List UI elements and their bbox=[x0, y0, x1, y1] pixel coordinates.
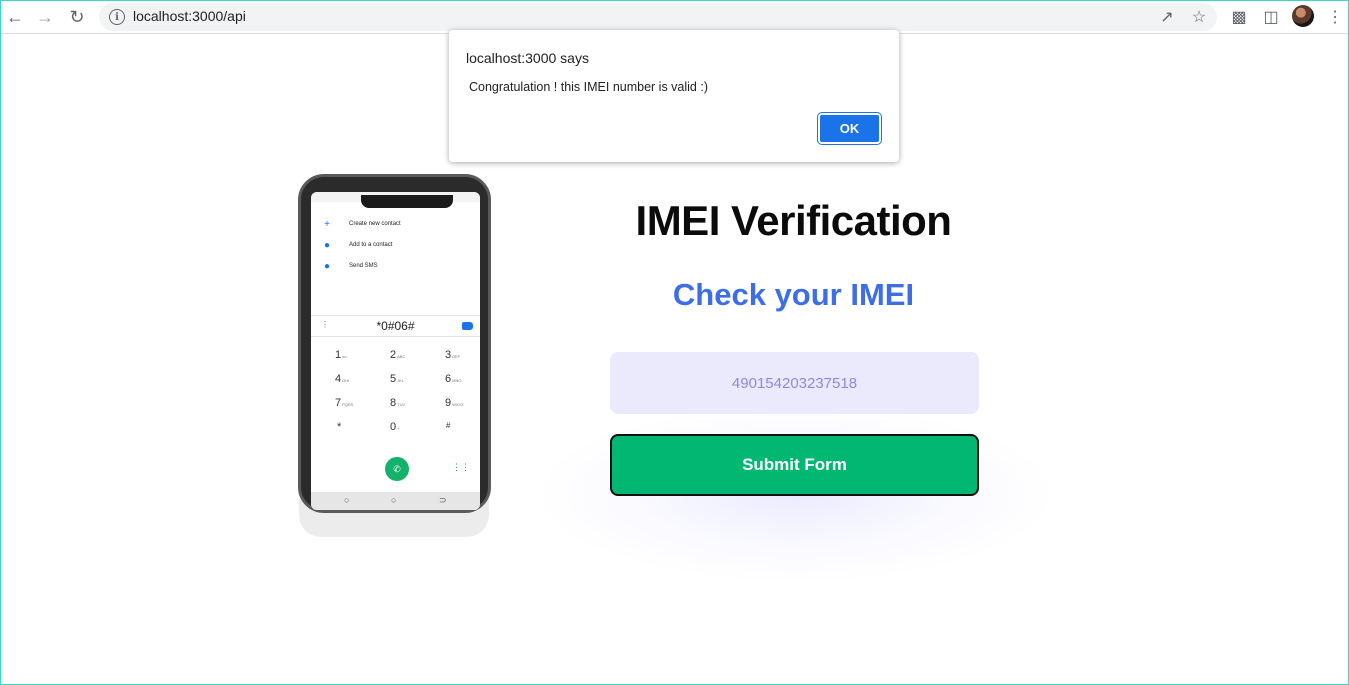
back-icon: ⊃ bbox=[439, 495, 447, 505]
dialog-ok-button[interactable]: OK bbox=[817, 112, 882, 145]
divider bbox=[311, 315, 480, 316]
home-icon: ○ bbox=[391, 495, 397, 505]
dialer-entry: ⋮ *0#06# bbox=[311, 317, 480, 335]
side-panel-icon[interactable]: ◫ bbox=[1259, 5, 1283, 29]
dialpad-grid-icon: ⋮⋮ bbox=[452, 462, 470, 472]
phone-notch bbox=[361, 195, 453, 208]
phone-illustration: + Create new contact ● Add to a contact … bbox=[298, 174, 491, 513]
dial-key: * bbox=[337, 421, 342, 433]
divider bbox=[311, 336, 480, 337]
reload-icon[interactable]: ↻ bbox=[65, 5, 89, 29]
phone-menu-label: Send SMS bbox=[349, 263, 378, 269]
dialog-title: localhost:3000 says bbox=[466, 50, 589, 66]
message-icon: ● bbox=[323, 260, 331, 272]
phone-menu-item: ● Send SMS bbox=[317, 259, 378, 273]
backspace-icon bbox=[462, 322, 473, 330]
phone-call-icon: ✆ bbox=[385, 457, 409, 481]
recent-apps-icon: ○ bbox=[344, 495, 350, 505]
bookmark-star-icon[interactable]: ☆ bbox=[1189, 7, 1209, 27]
imei-input[interactable] bbox=[610, 352, 979, 414]
extensions-puzzle-icon[interactable]: ▩ bbox=[1227, 5, 1251, 29]
share-icon[interactable]: ↗ bbox=[1157, 7, 1177, 27]
dial-key: 9WXYZ bbox=[445, 397, 464, 409]
page-subtitle: Check your IMEI bbox=[672, 277, 915, 312]
dial-key: 4GHI bbox=[335, 373, 350, 385]
site-info-icon[interactable]: i bbox=[109, 9, 125, 25]
dial-key: 2ABC bbox=[390, 349, 406, 361]
add-person-icon: ● bbox=[323, 239, 331, 251]
alert-dialog: localhost:3000 says Congratulation ! thi… bbox=[449, 30, 899, 162]
address-bar-url[interactable]: localhost:3000/api bbox=[133, 8, 246, 24]
phone-menu-item: + Create new contact bbox=[317, 217, 401, 231]
plus-icon: + bbox=[324, 218, 330, 230]
dial-key: 0+ bbox=[390, 421, 400, 433]
kebab-menu-icon[interactable]: ⋮ bbox=[1323, 5, 1347, 29]
phone-nav-bar: ○ ○ ⊃ bbox=[311, 492, 480, 510]
phone-menu-label: Create new contact bbox=[349, 221, 401, 227]
submit-button[interactable]: Submit Form bbox=[610, 434, 979, 496]
phone-menu-item: ● Add to a contact bbox=[317, 238, 392, 252]
dial-key: # bbox=[446, 421, 451, 430]
profile-avatar[interactable] bbox=[1292, 5, 1314, 27]
dial-key: 8TUV bbox=[390, 397, 406, 409]
dial-key: 5JKL bbox=[390, 373, 405, 385]
phone-screen: + Create new contact ● Add to a contact … bbox=[311, 192, 480, 510]
back-arrow-icon[interactable]: ← bbox=[3, 5, 27, 29]
forward-arrow-icon[interactable]: → bbox=[33, 5, 57, 29]
dial-key: 7PQRS bbox=[335, 397, 354, 409]
dial-key: 1oo bbox=[335, 349, 347, 361]
dial-key: 3DEF bbox=[445, 349, 461, 361]
address-bar[interactable]: i localhost:3000/api ↗ ☆ bbox=[99, 3, 1217, 31]
phone-menu-label: Add to a contact bbox=[349, 242, 393, 248]
dialog-message: Congratulation ! this IMEI number is val… bbox=[469, 80, 708, 94]
page-title: IMEI Verification bbox=[635, 197, 952, 244]
dial-key: 6MNO bbox=[445, 373, 462, 385]
dialed-number: *0#06# bbox=[376, 319, 415, 333]
